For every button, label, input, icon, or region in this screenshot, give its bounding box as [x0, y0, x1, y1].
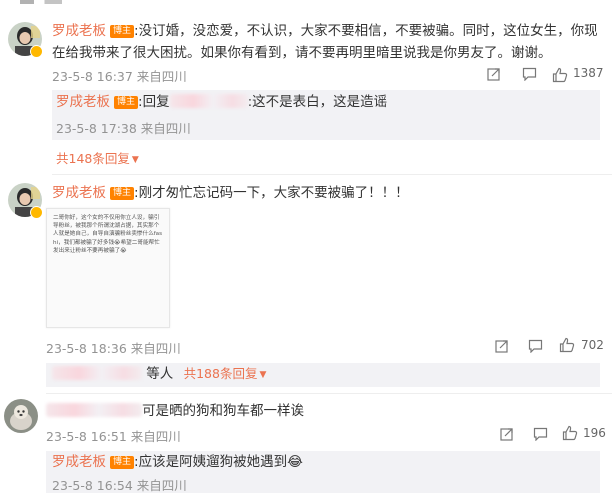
comment-button[interactable]: [528, 339, 543, 353]
avatar[interactable]: [4, 399, 38, 433]
reply-time: 23-5-8 17:38 来自四川: [56, 121, 191, 136]
share-icon: [487, 68, 500, 81]
reply-text: :这不是表白，这是造谣: [247, 94, 388, 110]
like-count: 196: [583, 426, 606, 440]
like-count: 1387: [573, 66, 604, 80]
comment-line: 可是晒的狗和狗车都一样诶: [46, 400, 304, 422]
blogger-badge: 博主: [114, 96, 139, 109]
thumbs-up-icon: [559, 337, 575, 353]
reply-line: 罗成老板 博主:回复 :这不是表白，这是造谣: [56, 91, 387, 113]
reply-summary: 等人 共188条回复 ▼: [52, 363, 266, 386]
like-button[interactable]: [562, 425, 578, 441]
caret-down-icon: ▼: [131, 155, 139, 165]
reply-prefix: :回复: [138, 94, 170, 110]
divider: [46, 393, 612, 394]
redacted-username: [169, 94, 248, 108]
thumbs-up-icon: [552, 67, 568, 83]
share-button[interactable]: [487, 67, 501, 81]
comment-time: 23-5-8 18:36 来自四川: [46, 341, 181, 356]
share-icon: [500, 428, 513, 441]
reply-time: 23-5-8 16:54 来自四川: [52, 478, 187, 493]
comment-icon: [522, 67, 537, 81]
redacted-usernames: [52, 366, 142, 380]
more-replies-label: 共188条回复: [183, 366, 258, 381]
more-replies-label: 共148条回复: [56, 151, 130, 166]
thumbs-up-icon: [562, 425, 578, 441]
like-button[interactable]: [552, 65, 568, 84]
comment-author[interactable]: 罗成老板: [52, 23, 106, 39]
caret-down-icon: ▼: [259, 370, 267, 380]
redacted-username[interactable]: [46, 403, 142, 417]
more-replies-link[interactable]: 共188条回复 ▼: [184, 366, 267, 381]
comment-text: :刚才匆忙忘记码一下，大家不要被骗了！！！: [134, 185, 409, 201]
comment-text: 可是晒的狗和狗车都一样诶: [142, 403, 304, 419]
comment-time: 23-5-8 16:51 来自四川: [46, 429, 181, 444]
comment-author[interactable]: 罗成老板: [52, 185, 106, 201]
comment-icon: [528, 339, 543, 353]
comment-icon: [533, 427, 548, 441]
more-replies-link[interactable]: 共148条回复 ▼: [56, 148, 139, 167]
reply-author[interactable]: 罗成老板: [52, 454, 106, 470]
screenshot-text: 二哥你好，这个女的不仅用你立人设，骗引导粉丝，被我那个所谓沈湖占据，其实那个人就…: [53, 215, 162, 254]
comment-body: 罗成老板 博主:没订婚，没恋爱，不认识，大家不要相信，不要被骗。同时，这位女生，你…: [52, 20, 600, 64]
comment-line: 罗成老板 博主:刚才匆忙忘记码一下，大家不要被骗了！！！: [52, 182, 409, 204]
comment-time: 23-5-8 16:37 来自四川: [52, 69, 187, 84]
comment-button[interactable]: [522, 67, 537, 81]
blogger-badge: 博主: [110, 456, 135, 469]
like-button[interactable]: [559, 337, 575, 353]
verified-badge-icon: [30, 206, 43, 219]
verified-badge-icon: [30, 45, 43, 58]
others-suffix: 等人: [146, 366, 174, 382]
reply-author[interactable]: 罗成老板: [56, 94, 110, 110]
share-button[interactable]: [495, 339, 509, 353]
share-icon: [495, 340, 508, 353]
comment-text: :没订婚，没恋爱，不认识，大家不要相信，不要被骗。同时，这位女生，你现在给我带来…: [52, 23, 598, 61]
comment-button[interactable]: [533, 427, 548, 441]
blogger-badge: 博主: [110, 25, 135, 38]
reply-line: 罗成老板 博主:应该是阿姨遛狗被她遇到😂: [52, 451, 303, 473]
reply-text: :应该是阿姨遛狗被她遇到😂: [134, 454, 303, 470]
like-count: 702: [581, 338, 604, 352]
share-button[interactable]: [500, 427, 514, 441]
top-cutoff-fragment: [20, 0, 90, 4]
avatar-image: [4, 399, 38, 433]
divider: [52, 174, 612, 175]
blogger-badge: 博主: [110, 187, 135, 200]
attached-screenshot-image[interactable]: 二哥你好，这个女的不仅用你立人设，骗引导粉丝，被我那个所谓沈湖占据，其实那个人就…: [46, 208, 170, 328]
